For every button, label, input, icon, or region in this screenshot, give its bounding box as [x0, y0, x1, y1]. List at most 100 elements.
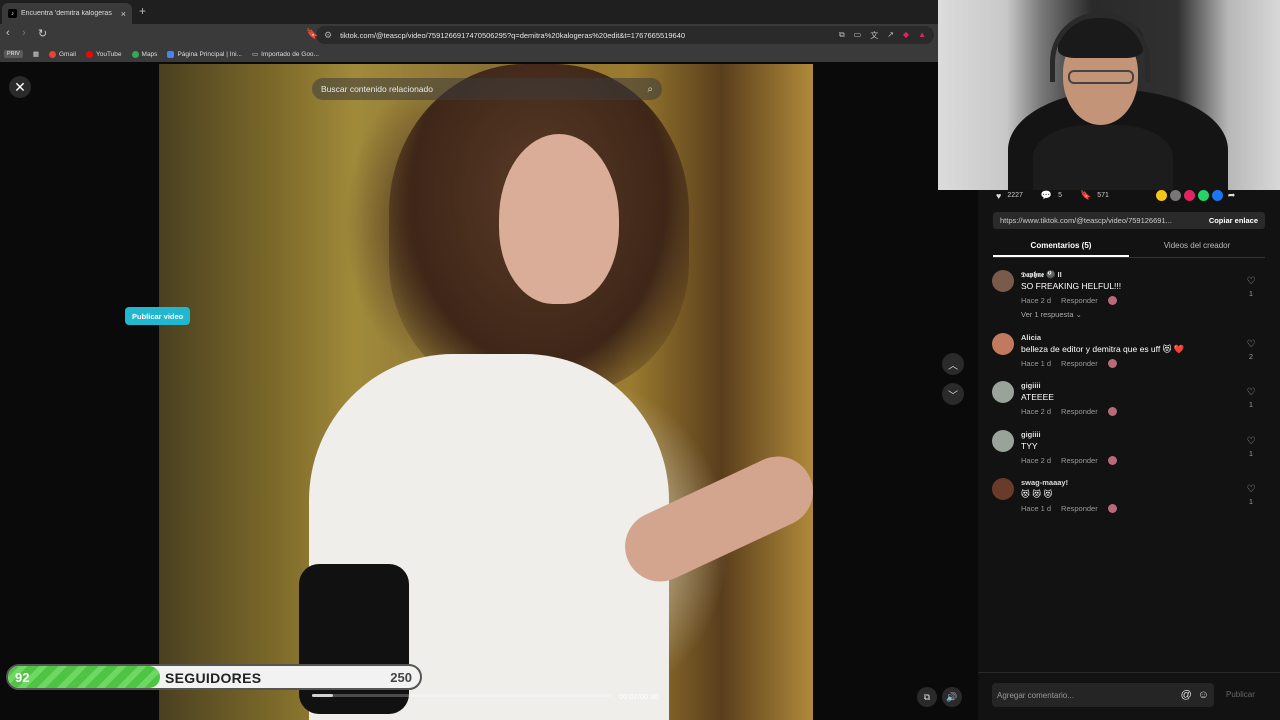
share-arrow-icon[interactable]: ➦	[1226, 190, 1237, 201]
next-video-button[interactable]: ﹀	[942, 383, 964, 405]
heart-icon[interactable]: ♥	[996, 191, 1001, 201]
heart-outline-icon: ♡	[1246, 276, 1256, 287]
comment-user[interactable]: gigiiii	[1021, 381, 1041, 390]
mention-icon[interactable]: @	[1181, 689, 1192, 701]
bookmark-icon[interactable]: 🔖	[1080, 190, 1091, 201]
comment-text: belleza de editor y demitra que es uff 😻…	[1021, 344, 1185, 354]
reply-button[interactable]: Responder	[1061, 296, 1098, 305]
followers-current: 92	[15, 670, 30, 685]
site-info-icon[interactable]: ⚙	[324, 30, 332, 41]
back-icon[interactable]: ‹	[6, 27, 10, 39]
close-tab-icon[interactable]: ×	[121, 9, 126, 19]
creator-liked-icon	[1107, 504, 1117, 513]
creator-liked-icon	[1107, 407, 1117, 416]
comment-user[interactable]: gigiiii	[1021, 430, 1041, 439]
comment-item: 𝕯𝖆𝖕𝖍𝖓𝖊 🎱 II SO FREAKING HELFUL!!! Hace 2 d…	[992, 270, 1262, 319]
panel-tabs: Comentarios (5) Videos del creador	[993, 238, 1265, 258]
bookmark-youtube[interactable]: YouTube	[85, 50, 122, 58]
brave-icon[interactable]: ◆	[903, 30, 909, 41]
bookmark-gmail[interactable]: Gmail	[49, 50, 76, 58]
creator-liked-icon	[1107, 359, 1117, 368]
reply-button[interactable]: Responder	[1061, 407, 1098, 416]
new-tab-icon[interactable]: +	[139, 4, 146, 18]
divider	[978, 672, 1280, 673]
close-video-button[interactable]: ✕	[9, 76, 31, 98]
bookmark-imported[interactable]: ▭ Importado de Goo...	[252, 50, 319, 59]
comment-user[interactable]: swag-maaay!	[1021, 478, 1068, 487]
avatar[interactable]	[992, 270, 1014, 292]
search-icon[interactable]: ⌕	[647, 84, 653, 95]
comment-like-button[interactable]: ♡ 1	[1244, 387, 1258, 409]
home-page-icon	[167, 50, 175, 58]
video-frame-face	[499, 134, 619, 304]
publish-video-button[interactable]: Publicar video	[125, 307, 191, 325]
send-icon[interactable]	[1184, 190, 1195, 201]
saves-count: 571	[1097, 192, 1109, 199]
bookmark-maps[interactable]: Maps	[131, 50, 157, 58]
youtube-icon	[85, 50, 93, 58]
embed-icon[interactable]	[1170, 190, 1181, 201]
video-stats: ♥ 2227 💬 5 🔖 571	[996, 190, 1109, 201]
share-icon[interactable]: ↗	[887, 30, 894, 41]
heart-outline-icon: ♡	[1246, 339, 1256, 350]
video-progress-bar[interactable]	[312, 694, 612, 697]
share-url: https://www.tiktok.com/@teascp/video/759…	[1000, 216, 1172, 225]
emoji-icon[interactable]: ☺	[1198, 689, 1209, 701]
rewards-icon[interactable]: ▲	[918, 30, 926, 41]
previous-video-button[interactable]: ︿	[942, 353, 964, 375]
tab-comments[interactable]: Comentarios (5)	[993, 238, 1129, 257]
bookmark-icon[interactable]: 🔖	[306, 29, 318, 40]
comment-icon[interactable]: 💬	[1041, 190, 1052, 201]
copy-link-button[interactable]: Copiar enlace	[1202, 216, 1265, 225]
avatar[interactable]	[992, 430, 1014, 452]
comment-like-button[interactable]: ♡ 2	[1244, 339, 1258, 361]
view-replies-button[interactable]: Ver 1 respuesta ⌄	[1021, 310, 1082, 319]
tab-strip: ♪ Encuentra 'demitra kalogeras × +	[0, 0, 938, 24]
facebook-icon[interactable]	[1212, 190, 1223, 201]
comment-user[interactable]: 𝕯𝖆𝖕𝖍𝖓𝖊 🎱 II	[1021, 270, 1062, 280]
followers-progress-fill	[8, 666, 160, 688]
avatar[interactable]	[992, 333, 1014, 355]
comment-user[interactable]: Alicia	[1021, 333, 1041, 342]
reload-icon[interactable]: ↻	[38, 27, 47, 40]
add-comment-input[interactable]: Agregar comentario... @ ☺	[992, 683, 1214, 707]
reply-button[interactable]: Responder	[1061, 359, 1098, 368]
comment-like-button[interactable]: ♡ 1	[1244, 436, 1258, 458]
webcam-overlay	[938, 0, 1280, 190]
url-text: tiktok.com/@teascp/video/759126691747050…	[340, 30, 686, 40]
related-search-input[interactable]: Buscar contenido relacionado ⌕	[312, 78, 662, 100]
tab-title: Encuentra 'demitra kalogeras	[21, 10, 112, 17]
webcam-body	[1033, 125, 1173, 190]
comment-text: 😻 😻 😻	[1021, 489, 1053, 499]
avatar[interactable]	[992, 381, 1014, 403]
comment-item: gigiiii ATEEEE Hace 2 d Responder ♡ 1	[992, 381, 1262, 425]
comment-time: Hace 2 d	[1021, 407, 1052, 416]
comment-like-count: 1	[1248, 497, 1254, 506]
address-bar[interactable]: 🔖 ⚙ tiktok.com/@teascp/video/75912669174…	[306, 26, 934, 44]
forward-icon[interactable]: ›	[22, 27, 26, 39]
likes-count: 2227	[1007, 192, 1023, 199]
reply-button[interactable]: Responder	[1061, 456, 1098, 465]
translate-icon[interactable]: 文	[870, 30, 878, 41]
followers-goal-bar: 92 SEGUIDORES 250	[6, 664, 422, 690]
publish-comment-button[interactable]: Publicar	[1226, 690, 1255, 699]
comment-like-button[interactable]: ♡ 1	[1244, 276, 1258, 298]
creator-liked-icon	[1107, 456, 1117, 465]
volume-icon[interactable]: 🔊	[942, 687, 962, 707]
comment-like-button[interactable]: ♡ 1	[1244, 484, 1258, 506]
comment-time: Hace 1 d	[1021, 504, 1052, 513]
avatar[interactable]	[992, 478, 1014, 500]
emoji-share-icon[interactable]	[1156, 190, 1167, 201]
browser-tab[interactable]: ♪ Encuentra 'demitra kalogeras ×	[2, 3, 132, 24]
screen-icon[interactable]: ▭	[854, 30, 862, 41]
bookmark-label: Gmail	[59, 50, 76, 58]
extensions: ⧉ ▭ 文 ↗ ◆ ▲	[839, 30, 926, 41]
pip-icon[interactable]: ⧉	[917, 687, 937, 707]
whatsapp-icon[interactable]	[1198, 190, 1209, 201]
apps-icon[interactable]: ▦	[33, 50, 39, 58]
tab-creator-videos[interactable]: Videos del creador	[1129, 238, 1265, 257]
cast-icon[interactable]: ⧉	[839, 30, 845, 41]
reply-button[interactable]: Responder	[1061, 504, 1098, 513]
bookmark-home[interactable]: Página Principal | Ini...	[167, 50, 242, 58]
video-player[interactable]	[159, 64, 813, 720]
